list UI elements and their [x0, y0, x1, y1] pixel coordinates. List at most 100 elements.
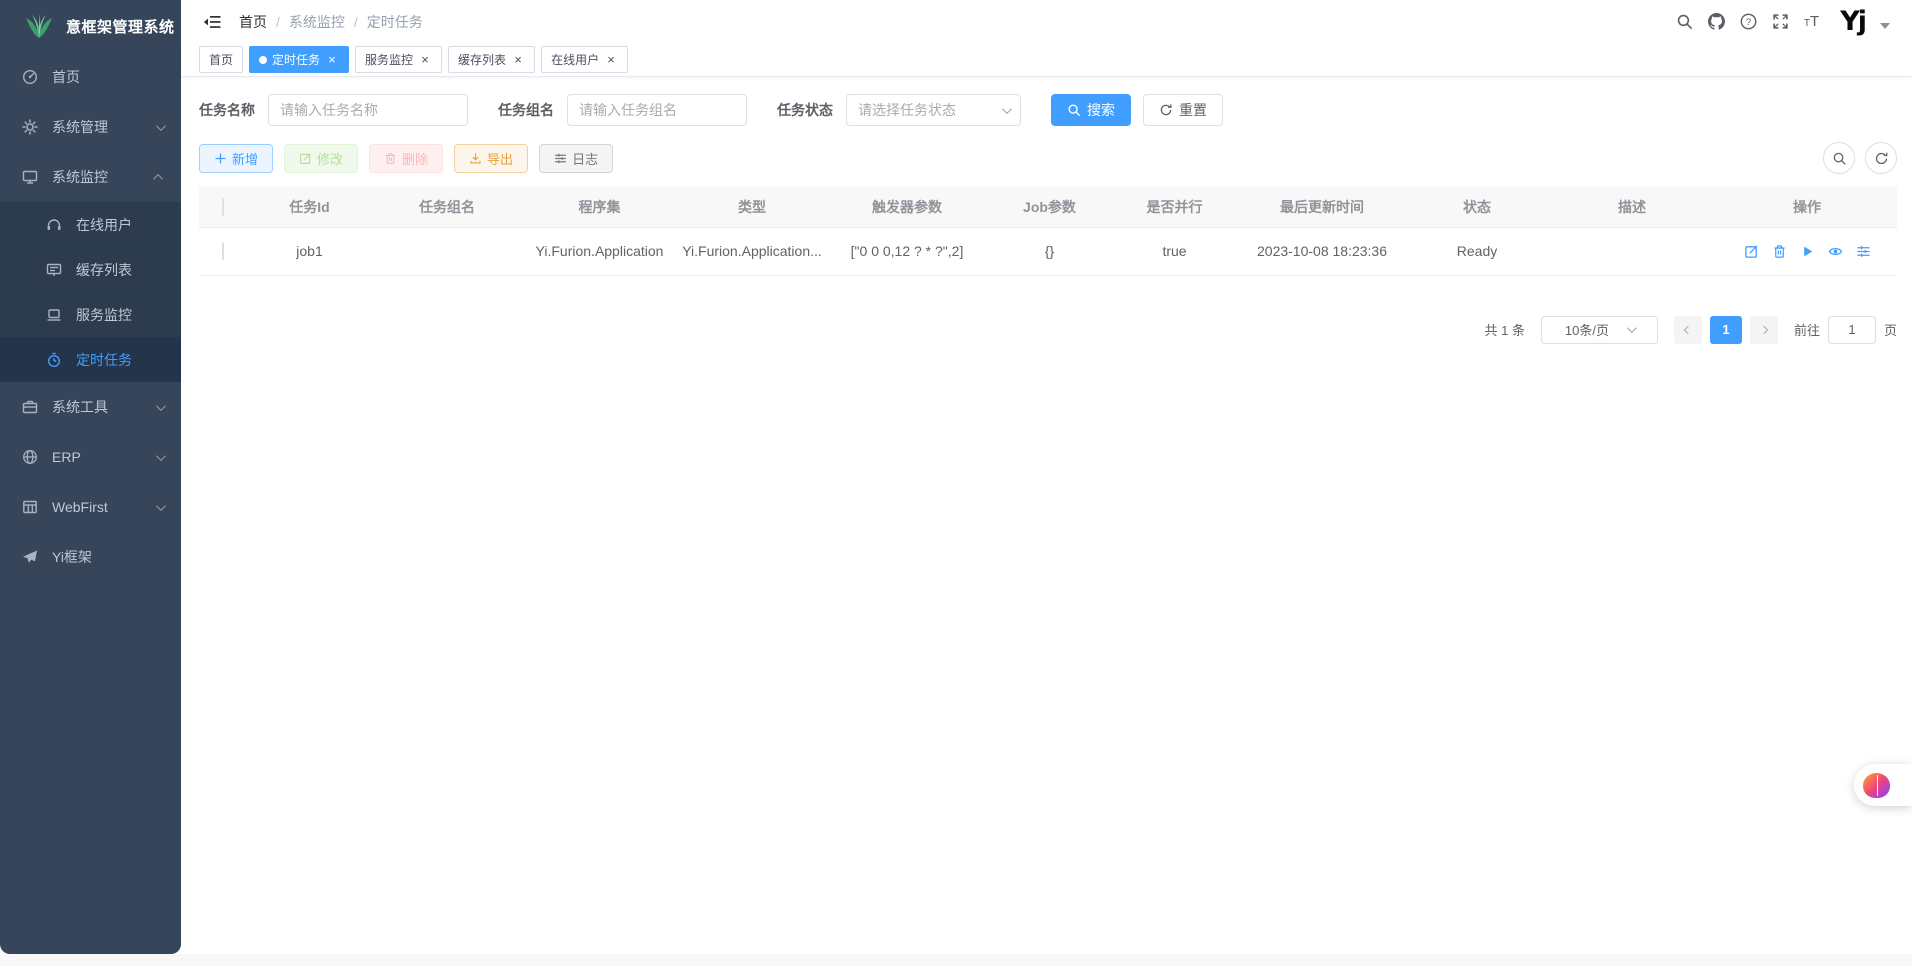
- view-icon[interactable]: [1828, 244, 1843, 259]
- reset-button[interactable]: 重置: [1143, 94, 1223, 126]
- column-header-group: 任务组名: [372, 187, 522, 227]
- edit-button[interactable]: 修改: [284, 144, 358, 173]
- prev-page-button[interactable]: [1674, 316, 1702, 344]
- page-size-select[interactable]: 10条/页: [1541, 316, 1658, 344]
- chevron-down-icon: [156, 121, 166, 131]
- cell-updated-at: 2023-10-08 18:23:36: [1237, 227, 1407, 275]
- sidebar-fold-icon[interactable]: [203, 14, 221, 30]
- breadcrumb: 首页 / 系统监控 / 定时任务: [239, 12, 423, 32]
- next-page-button[interactable]: [1750, 316, 1778, 344]
- header-actions: ? TT Yj: [1676, 6, 1890, 37]
- column-header-type: 类型: [677, 187, 827, 227]
- chevron-down-icon: [156, 451, 166, 461]
- delete-icon[interactable]: [1772, 244, 1787, 259]
- sidebar-item-label: 在线用户: [76, 215, 163, 235]
- close-icon[interactable]: ×: [511, 53, 525, 67]
- column-header-status: 状态: [1407, 187, 1547, 227]
- table-row[interactable]: job1 Yi.Furion.Application Yi.Furion.App…: [199, 227, 1897, 275]
- filter-task-group: 任务组名: [498, 94, 747, 126]
- tab-scheduled-tasks[interactable]: 定时任务 ×: [249, 46, 349, 73]
- headset-icon: [46, 217, 62, 233]
- sidebar-item-label: 系统监控: [52, 167, 156, 187]
- edit-icon[interactable]: [1744, 244, 1759, 259]
- close-icon[interactable]: ×: [418, 53, 432, 67]
- monitor-icon: [22, 169, 38, 185]
- svg-text:?: ?: [1746, 17, 1751, 28]
- log-icon[interactable]: [1856, 244, 1871, 259]
- dashboard-icon: [22, 69, 38, 85]
- export-button[interactable]: 导出: [454, 144, 528, 173]
- sidebar-item-cache-list[interactable]: 缓存列表: [0, 247, 181, 292]
- goto-page-input[interactable]: [1828, 316, 1876, 344]
- sidebar-item-erp[interactable]: ERP: [0, 432, 181, 482]
- sidebar-item-yi-framework[interactable]: Yi框架: [0, 532, 181, 582]
- row-actions: [1717, 244, 1897, 259]
- caret-down-icon[interactable]: [1880, 23, 1890, 29]
- sidebar-item-service-monitor[interactable]: 服务监控: [0, 292, 181, 337]
- tab-online-users[interactable]: 在线用户 ×: [541, 46, 628, 73]
- sidebar-item-label: 服务监控: [76, 305, 163, 325]
- cell-task-id: job1: [247, 227, 372, 275]
- tab-label: 缓存列表: [458, 51, 506, 68]
- cell-status: Ready: [1407, 227, 1547, 275]
- log-button[interactable]: 日志: [539, 144, 613, 173]
- edit-button-label: 修改: [317, 149, 343, 168]
- sidebar-item-system-management[interactable]: 系统管理: [0, 102, 181, 152]
- column-header-updated-at: 最后更新时间: [1237, 187, 1407, 227]
- top-header: 首页 / 系统监控 / 定时任务 ? T: [181, 0, 1912, 43]
- add-button[interactable]: 新增: [199, 144, 273, 173]
- breadcrumb-current: 定时任务: [367, 12, 423, 32]
- chevron-down-icon: [1627, 323, 1637, 333]
- help-icon[interactable]: ?: [1740, 13, 1757, 30]
- sidebar-item-system-monitor[interactable]: 系统监控: [0, 152, 181, 202]
- briefcase-icon: [22, 399, 38, 415]
- fullscreen-icon[interactable]: [1772, 13, 1789, 30]
- tab-cache-list[interactable]: 缓存列表 ×: [448, 46, 535, 73]
- refresh-table-button[interactable]: [1865, 142, 1897, 174]
- sidebar-item-online-users[interactable]: 在线用户: [0, 202, 181, 247]
- brain-icon: [1863, 773, 1890, 798]
- sidebar-item-home[interactable]: 首页: [0, 52, 181, 102]
- sidebar-item-label: 首页: [52, 67, 163, 87]
- avatar[interactable]: Yj: [1840, 6, 1865, 37]
- tab-home[interactable]: 首页: [199, 46, 243, 73]
- task-name-input[interactable]: [268, 94, 468, 126]
- close-icon[interactable]: ×: [325, 53, 339, 67]
- select-all-checkbox[interactable]: [222, 198, 224, 216]
- row-checkbox[interactable]: [222, 242, 224, 260]
- timer-icon: [46, 352, 62, 368]
- search-icon[interactable]: [1676, 13, 1693, 30]
- app-logo[interactable]: 意框架管理系统: [0, 0, 181, 52]
- task-status-select[interactable]: 请选择任务状态: [846, 94, 1021, 126]
- search-button[interactable]: 搜索: [1051, 94, 1131, 126]
- column-header-actions: 操作: [1717, 187, 1897, 227]
- breadcrumb-separator: /: [276, 14, 280, 30]
- refresh-icon: [1874, 151, 1889, 166]
- close-icon[interactable]: ×: [604, 53, 618, 67]
- breadcrumb-system-monitor: 系统监控: [289, 12, 345, 32]
- run-icon[interactable]: [1800, 244, 1815, 259]
- assistant-float-button[interactable]: [1854, 764, 1912, 806]
- cell-job-args: {}: [987, 227, 1112, 275]
- page-number-button[interactable]: 1: [1710, 316, 1742, 344]
- cell-group: [372, 227, 522, 275]
- page-content: 任务名称 任务组名 任务状态 请选择任务状态: [181, 77, 1912, 954]
- breadcrumb-home[interactable]: 首页: [239, 12, 267, 32]
- task-status-placeholder: 请选择任务状态: [858, 100, 956, 120]
- horizontal-scrollbar[interactable]: [0, 954, 1912, 966]
- refresh-icon: [1159, 103, 1173, 117]
- sidebar-item-webfirst[interactable]: WebFirst: [0, 482, 181, 532]
- tab-service-monitor[interactable]: 服务监控 ×: [355, 46, 442, 73]
- pagination: 共 1 条 10条/页 1 前往 页: [199, 316, 1897, 344]
- main-area: 首页 / 系统监控 / 定时任务 ? T: [181, 0, 1912, 954]
- font-size-icon[interactable]: TT: [1804, 13, 1819, 30]
- github-icon[interactable]: [1708, 13, 1725, 30]
- delete-button[interactable]: 删除: [369, 144, 443, 173]
- laptop-icon: [46, 307, 62, 323]
- sidebar-item-scheduled-tasks[interactable]: 定时任务: [0, 337, 181, 382]
- search-icon: [1067, 103, 1081, 117]
- show-search-toggle-button[interactable]: [1823, 142, 1855, 174]
- add-button-label: 新增: [232, 149, 258, 168]
- task-group-input[interactable]: [567, 94, 747, 126]
- sidebar-item-system-tools[interactable]: 系统工具: [0, 382, 181, 432]
